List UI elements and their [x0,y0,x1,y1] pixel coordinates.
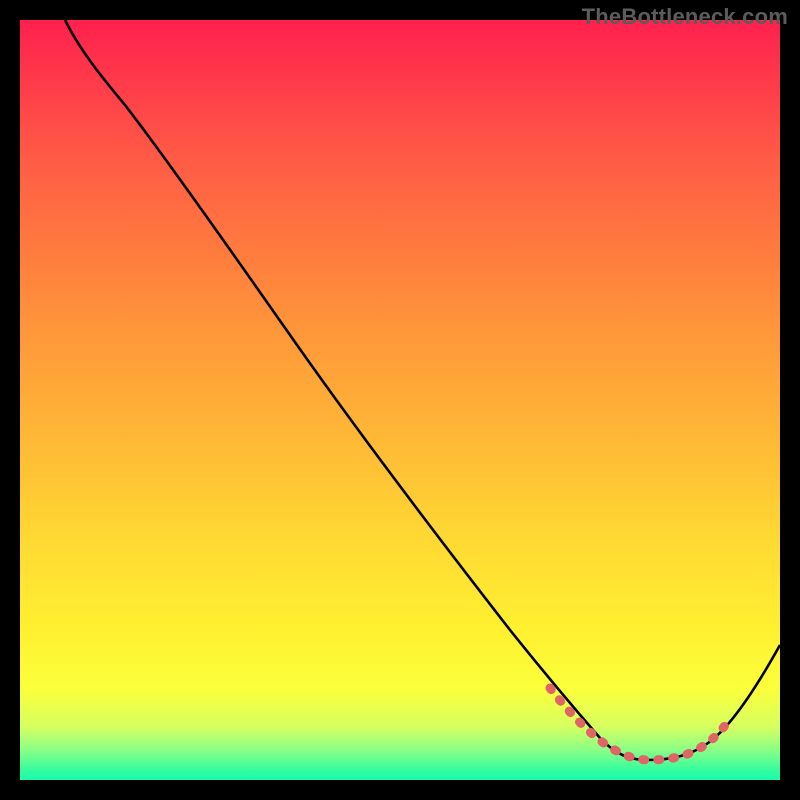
chart-plot-area [20,20,780,780]
bottleneck-curve [20,20,780,780]
watermark-text: TheBottleneck.com [582,4,788,30]
curve-path [65,20,780,760]
highlight-valley-path [550,688,727,760]
